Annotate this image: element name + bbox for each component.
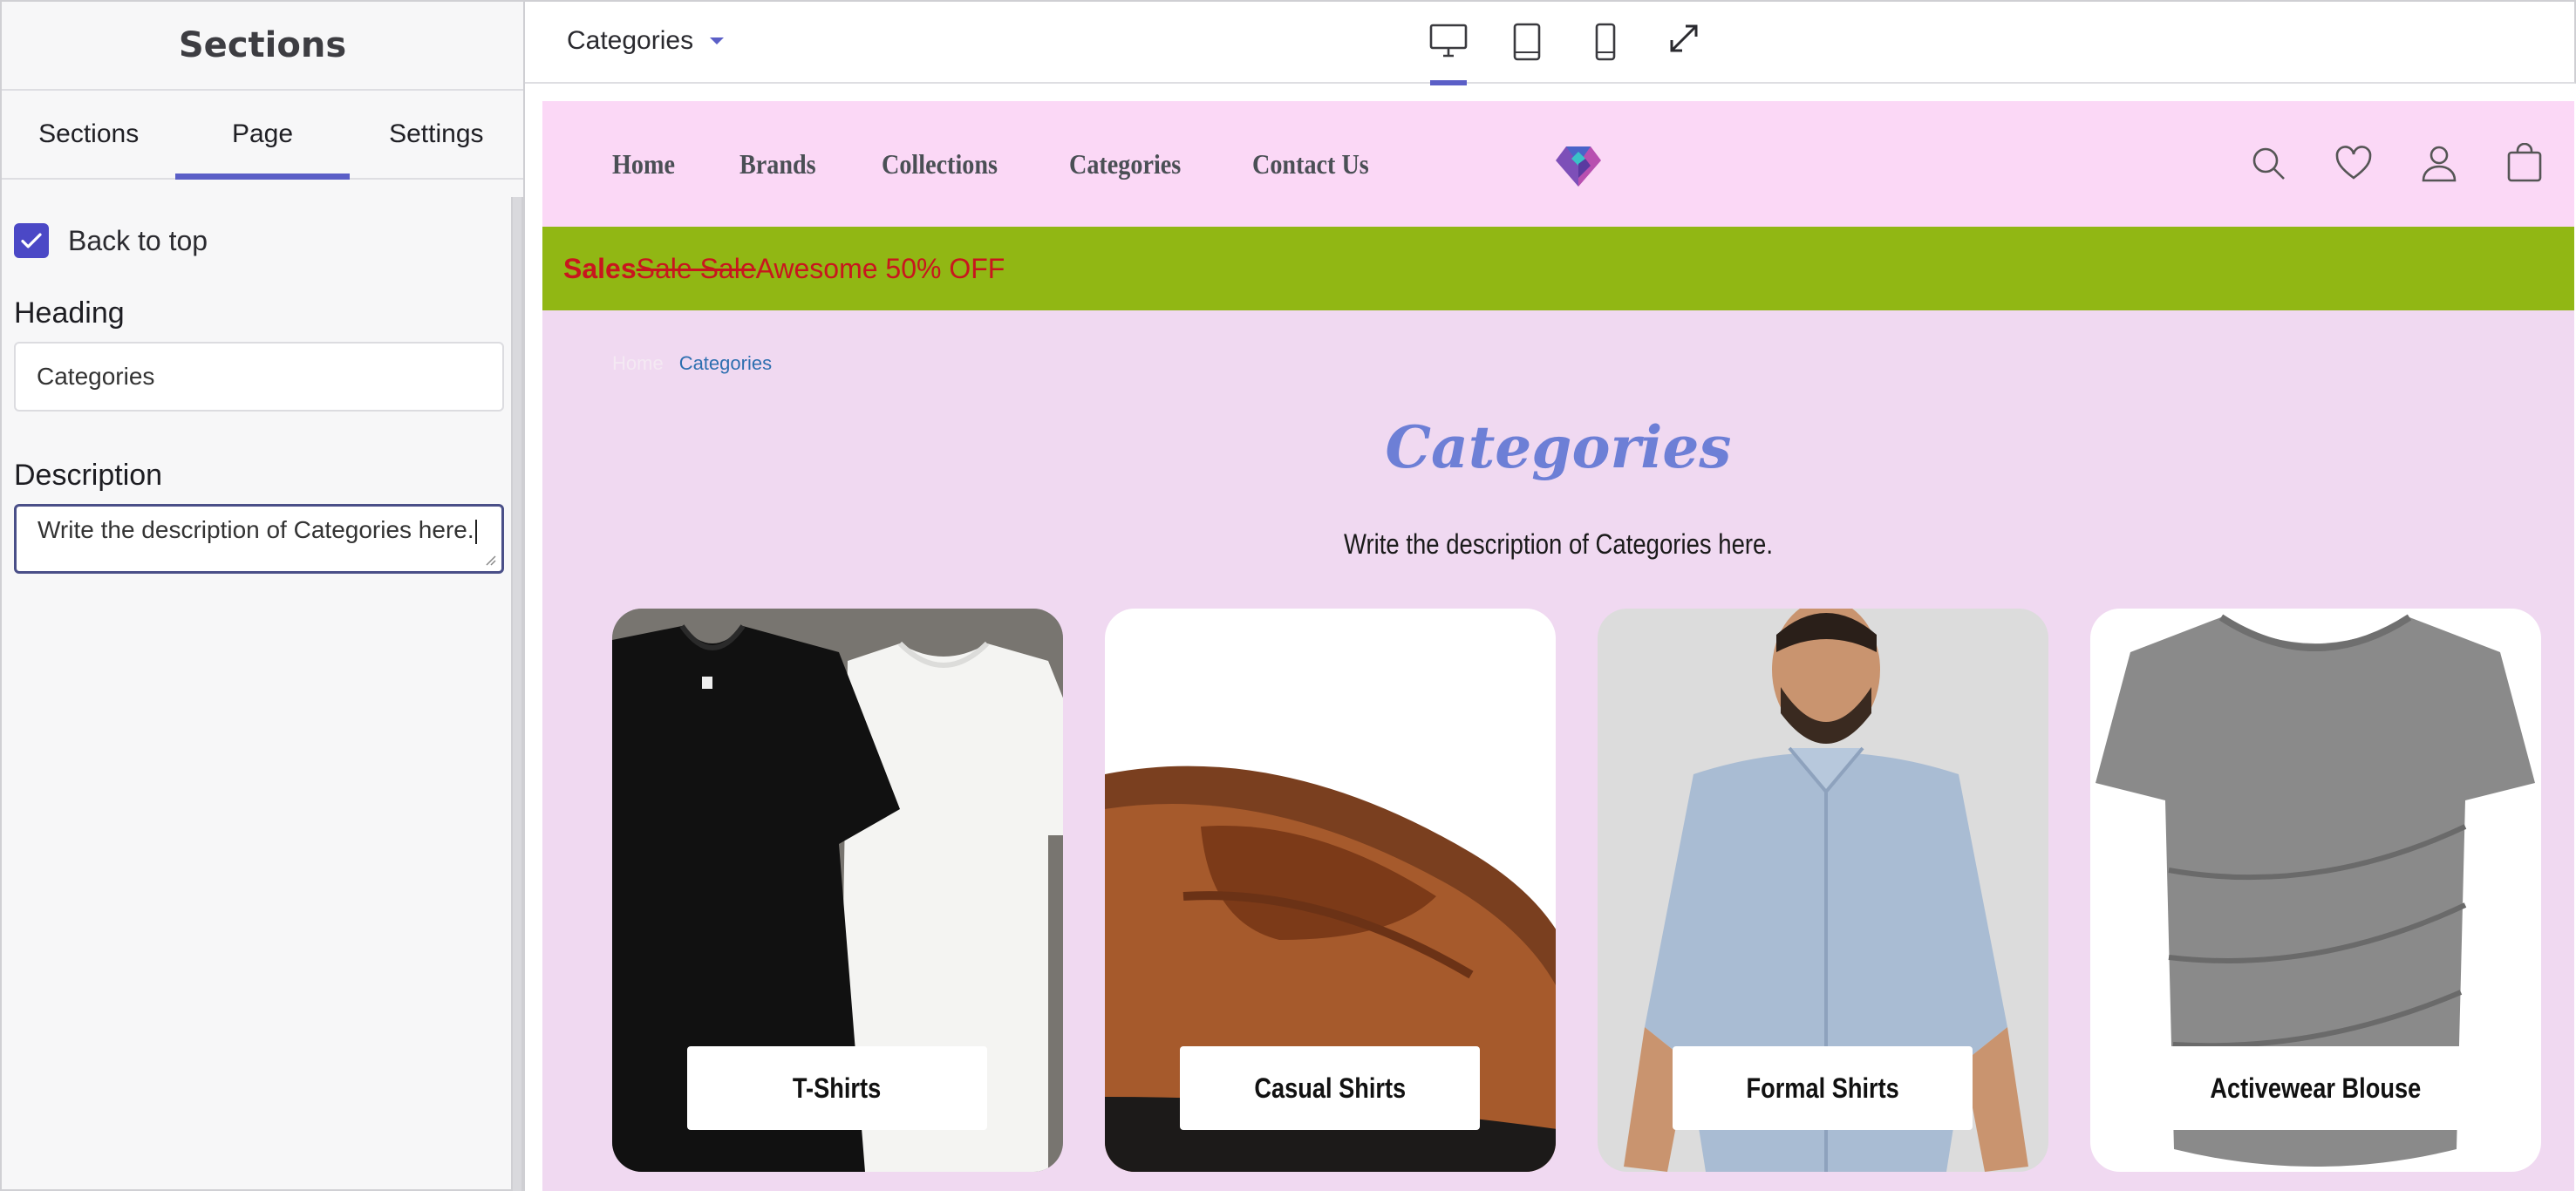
store-logo-icon[interactable] bbox=[1552, 138, 1605, 190]
mobile-view-button[interactable] bbox=[1585, 23, 1625, 65]
bag-icon[interactable] bbox=[2504, 143, 2545, 183]
category-grid: T-Shirts Casual Shirts Formal Shirts Act… bbox=[612, 609, 2541, 1172]
back-to-top-label: Back to top bbox=[68, 224, 208, 256]
heart-icon[interactable] bbox=[2334, 143, 2374, 183]
resize-grip-icon[interactable] bbox=[482, 552, 496, 566]
page-selector[interactable]: Categories bbox=[567, 26, 725, 56]
store-preview: Home Brands Collections Categories Conta… bbox=[542, 101, 2574, 1191]
nav-icons bbox=[2248, 143, 2545, 183]
promo-banner: Sales Sale Sale Awesome 50% OFF bbox=[542, 227, 2574, 310]
device-switcher bbox=[1428, 23, 1704, 85]
editor-sidebar: Sections Sections Page Settings Back to … bbox=[0, 0, 525, 1191]
page-description: Write the description of Categories here… bbox=[1343, 528, 1774, 560]
tab-settings[interactable]: Settings bbox=[350, 91, 523, 178]
sidebar-scrollbar[interactable] bbox=[511, 197, 523, 1191]
store-nav: Home Brands Collections Categories Conta… bbox=[542, 101, 2574, 227]
category-card-tshirts[interactable]: T-Shirts bbox=[612, 609, 1063, 1172]
desktop-icon bbox=[1429, 24, 1468, 58]
desktop-view-button[interactable] bbox=[1428, 23, 1469, 85]
heading-input[interactable]: Categories bbox=[14, 342, 504, 412]
tablet-icon bbox=[1513, 23, 1541, 61]
category-card-casual-shirts[interactable]: Casual Shirts bbox=[1105, 609, 1556, 1172]
promo-strike: Sale Sale bbox=[636, 252, 756, 284]
nav-home[interactable]: Home bbox=[612, 148, 675, 180]
fullscreen-icon bbox=[1670, 24, 1698, 52]
search-icon[interactable] bbox=[2248, 143, 2288, 183]
breadcrumb-home[interactable]: Home bbox=[612, 352, 664, 375]
category-label: Formal Shirts bbox=[1673, 1046, 1973, 1130]
category-card-activewear-blouse[interactable]: Activewear Blouse bbox=[2090, 609, 2541, 1172]
preview-toolbar: Categories bbox=[525, 0, 2576, 85]
promo-text: Awesome 50% OFF bbox=[755, 252, 1005, 284]
nav-collections[interactable]: Collections bbox=[882, 148, 998, 180]
description-label: Description bbox=[14, 459, 163, 492]
tab-sections[interactable]: Sections bbox=[2, 91, 175, 178]
sidebar-title: Sections bbox=[2, 2, 523, 91]
breadcrumb: Home Categories bbox=[612, 352, 772, 375]
nav-links: Home Brands Collections Categories Conta… bbox=[612, 101, 1385, 227]
promo-bold: Sales bbox=[563, 252, 637, 284]
category-label: Casual Shirts bbox=[1180, 1046, 1480, 1130]
category-label: T-Shirts bbox=[687, 1046, 987, 1130]
tab-page[interactable]: Page bbox=[175, 91, 350, 180]
page-selector-value: Categories bbox=[567, 26, 694, 55]
description-textarea[interactable]: Write the description of Categories here… bbox=[14, 504, 504, 574]
nav-contact-us[interactable]: Contact Us bbox=[1252, 148, 1369, 180]
sidebar-body: Back to top Heading Categories Descripti… bbox=[2, 181, 523, 1191]
category-label: Activewear Blouse bbox=[2165, 1046, 2465, 1130]
heading-label: Heading bbox=[14, 296, 125, 330]
category-card-formal-shirts[interactable]: Formal Shirts bbox=[1598, 609, 2048, 1172]
breadcrumb-current: Categories bbox=[678, 352, 773, 374]
back-to-top-option[interactable]: Back to top bbox=[14, 223, 208, 258]
caret-down-icon bbox=[710, 37, 725, 44]
tablet-view-button[interactable] bbox=[1507, 23, 1547, 65]
checkmark-icon bbox=[21, 233, 42, 248]
back-to-top-checkbox[interactable] bbox=[14, 223, 49, 258]
nav-brands[interactable]: Brands bbox=[739, 148, 816, 180]
sidebar-tabs: Sections Page Settings bbox=[2, 91, 523, 180]
fullscreen-button[interactable] bbox=[1664, 23, 1704, 65]
mobile-icon bbox=[1595, 23, 1616, 61]
scrollbar-thumb[interactable] bbox=[513, 197, 521, 1191]
nav-categories[interactable]: Categories bbox=[1069, 148, 1181, 180]
description-text: Write the description of Categories here… bbox=[37, 516, 474, 543]
page-title: Categories bbox=[1385, 413, 1732, 481]
user-icon[interactable] bbox=[2419, 143, 2459, 183]
